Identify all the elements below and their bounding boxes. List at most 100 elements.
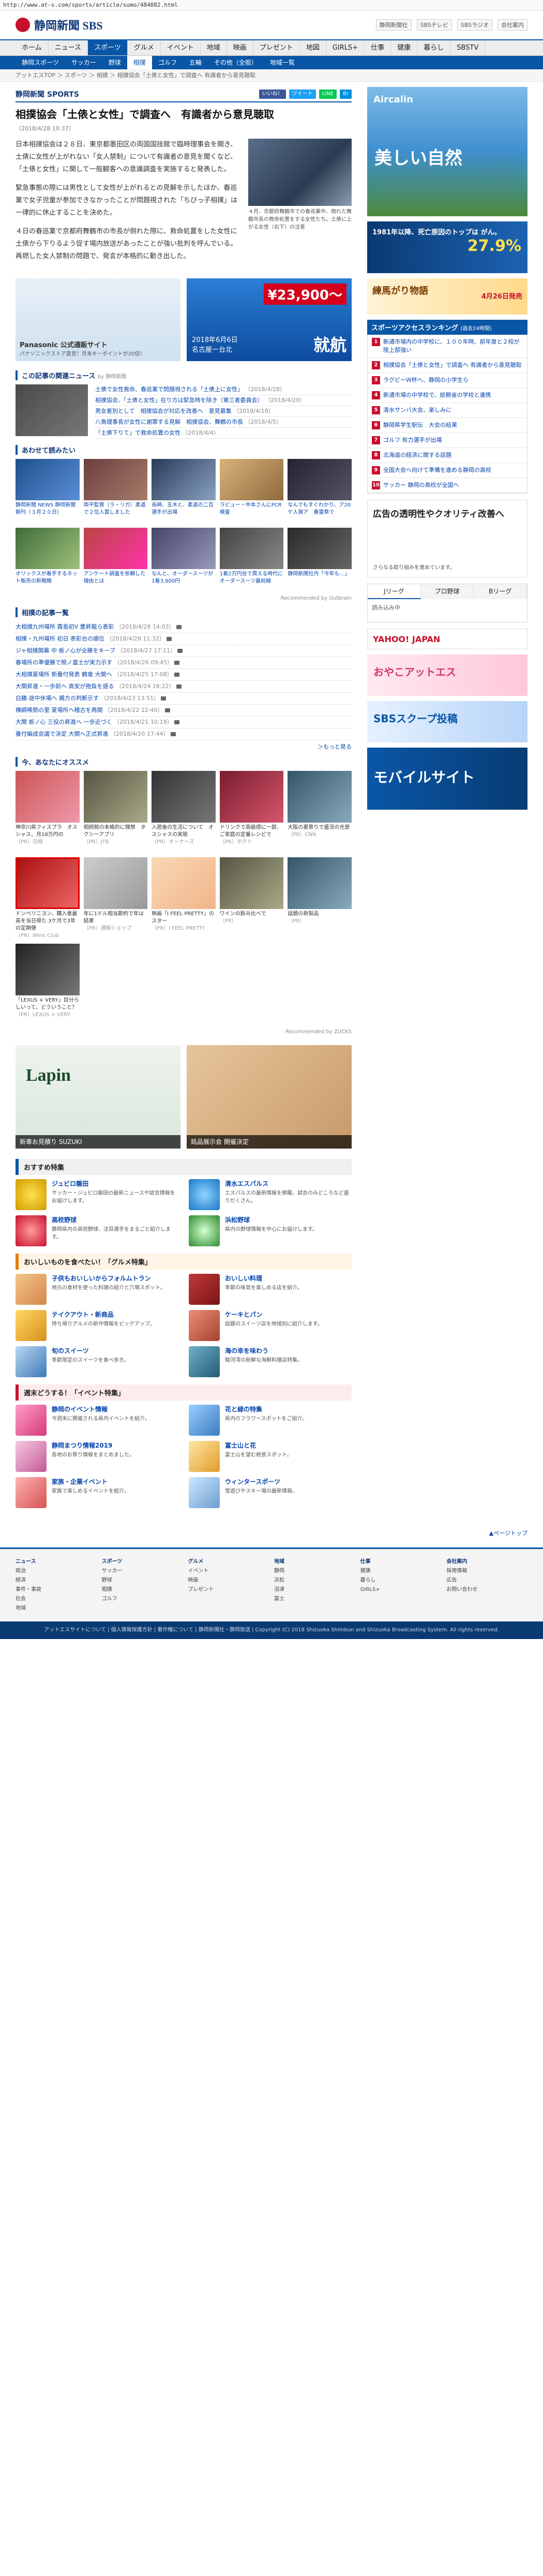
gnav-item[interactable]: 地図 — [300, 40, 326, 55]
tab-baseball[interactable]: プロ野球 — [420, 584, 474, 599]
recommend-card[interactable]: 年に1ドル相当節約で年は結果 （PR）通販ショップ — [83, 857, 148, 940]
feature-item[interactable]: 花と緑の特集 県内のフラワースポットをご紹介。 — [189, 1405, 352, 1436]
recommend-card[interactable]: 「LEXUS × VERY」目分らしいって、どういうこと？ （PR）LEXUS ×… — [16, 944, 80, 1026]
gnav-item[interactable]: 仕事 — [365, 40, 391, 55]
header-link[interactable]: SBSテレビ — [416, 19, 452, 31]
snav-item[interactable]: ゴルフ — [152, 56, 183, 69]
pickup-card[interactable]: 長崎、五木と、柔道の二百選手が出場 — [152, 459, 216, 524]
pickup-card[interactable]: 静岡新聞社内「今年も…」 — [288, 528, 352, 592]
oyako-banner[interactable]: おやこアットエス — [367, 654, 527, 696]
recommend-card[interactable]: 話題の新製品 （PR） — [288, 857, 352, 940]
related-item[interactable]: 土俵で女性救命、春巡業で問題視される「土俵上に女性」 （2018/4/28） — [95, 384, 352, 395]
hatena-bookmark-button[interactable]: B! — [340, 90, 352, 99]
related-item[interactable]: 相撲協会、「土俵と女性」在り方は緊急時を除き（第三者委員会） （2018/4/2… — [95, 395, 352, 406]
snav-item[interactable]: その他（全般） — [208, 56, 264, 69]
recommend-card[interactable]: 神奈川県フィスプラ オスシャス、月18万円の （PR）日経 — [16, 771, 80, 853]
url-bar[interactable]: http://www.at-s.com/sports/article/sumo/… — [0, 0, 543, 10]
outbrain-credit[interactable]: Recommended by Outbrain — [16, 595, 352, 601]
snav-item[interactable]: 五輪 — [183, 56, 208, 69]
page-top-link[interactable]: ▲ページトップ — [0, 1529, 543, 1537]
gnav-item[interactable]: 暮らし — [417, 40, 451, 55]
feature-item[interactable]: 旬のスイーツ 季節限定のスイーツを食べ歩き。 — [16, 1346, 178, 1377]
tweet-button[interactable]: ツイート — [289, 90, 316, 99]
header-link[interactable]: 静岡新聞社 — [375, 19, 412, 31]
pickup-card[interactable]: 両平監督（ラ・リガ）柔道で２位入賞しました — [83, 459, 148, 524]
snav-item[interactable]: 野球 — [102, 56, 127, 69]
tab-bleague[interactable]: Bリーグ — [474, 584, 527, 599]
recommend-card[interactable]: ドンペリニヨン、購入者最高を当日得た 3ケ月で3年の定期便 （PR）Wine Cl… — [16, 857, 80, 940]
article-image[interactable] — [248, 139, 352, 206]
feature-item[interactable]: 家族・企業イベント 家族で楽しめるイベントを紹介。 — [16, 1477, 178, 1508]
snav-item[interactable]: 地域一覧 — [264, 56, 301, 69]
ranking-item[interactable]: 3 ラグビーW杯へ、静岡の小学生ら — [368, 373, 527, 388]
snav-item[interactable]: 静岡スポーツ — [16, 56, 65, 69]
food-ad[interactable]: 銘品展示会 開催決定 — [187, 1045, 352, 1149]
list-item[interactable]: 相撲・九州場所 初日 表彰台の順位 （2018/4/28 11:32） — [16, 633, 352, 645]
airline-ad[interactable]: ¥23,900〜 2018年6月6日 名古屋ー台北 就航 — [187, 278, 352, 361]
gnav-item[interactable]: 健康 — [391, 40, 418, 55]
feature-item[interactable]: 清水エスパルス エスパルスの最新情報を網羅。試合のみどころなど盛りだくさん。 — [189, 1179, 352, 1210]
feature-item[interactable]: ケーキとパン 話題のスイーツ店を地域別に紹介します。 — [189, 1310, 352, 1341]
ranking-item[interactable]: 6 静岡県学生駅伝 大会の結果 — [368, 418, 527, 433]
recommend-card[interactable]: 映画「I FEEL PRETTY」のスター （PR）I FEEL PRETTY — [152, 857, 216, 940]
tab-jleague[interactable]: Jリーグ — [368, 584, 421, 599]
feature-item[interactable]: 静岡まつり情報2019 各地のお祭り情報をまとめました。 — [16, 1441, 178, 1472]
snav-item[interactable]: サッカー — [65, 56, 102, 69]
feature-item[interactable]: 海の幸を味わう 駿河湾の新鮮な海鮮料理店特集。 — [189, 1346, 352, 1377]
snav-item-active[interactable]: 相撲 — [127, 56, 152, 69]
related-item[interactable]: 男女差別として 相撲協会が対応を改善へ 意見募集 （2018/4/18） — [95, 406, 352, 417]
feature-item[interactable]: テイクアウト・新商品 持ち帰りグルメの新作情報をピックアップ。 — [16, 1310, 178, 1341]
ad-quality-banner[interactable]: 広告の透明性やクオリティ改善へ さらなる取り組みを進めています。 — [367, 500, 527, 577]
pickup-card[interactable]: ラビュー・中本さんにPCR検査 — [219, 459, 284, 524]
facebook-like-button[interactable]: いいね！ — [259, 90, 286, 99]
feature-item[interactable]: ウィンタースポーツ 雪遊びやスキー場の最新情報。 — [189, 1477, 352, 1508]
header-link[interactable]: SBSラジオ — [457, 19, 492, 31]
site-logo[interactable]: 静岡新聞 SBS — [16, 17, 103, 33]
list-item[interactable]: 大関 栃ノ心 三役の昇進へ 一歩近づく （2018/4/21 10:19） — [16, 717, 352, 728]
list-item[interactable]: 大関昇進・一歩前へ 高安が抱負を語る （2018/4/24 16:22） — [16, 681, 352, 693]
list-item[interactable]: 春場所の準優勝で照ノ富士が実力示す （2018/4/26 09:45） — [16, 657, 352, 669]
recommend-card[interactable]: 大阪の夏祭りで盛況の光景 （PR）CNN — [288, 771, 352, 853]
ranking-item[interactable]: 5 清水サンバ大会、楽しみに — [368, 403, 527, 418]
pickup-card[interactable]: なんでもすぐわかり、ア20ケ人賀ア 春雷祭で — [288, 459, 352, 524]
gnav-item[interactable]: 地域 — [201, 40, 227, 55]
aircalin-banner[interactable]: Aircalin 美しい自然 — [367, 87, 527, 216]
pickup-card[interactable]: アンケート調査を依頼した理由とは — [83, 528, 148, 592]
related-item[interactable]: 八角理事長が女性に謝罪する見解 相撲協会、舞鶴の市長 （2018/4/5） — [95, 417, 352, 428]
ranking-item[interactable]: 7 ゴルフ 有力選手が出場 — [368, 433, 527, 448]
feature-item[interactable]: 静岡のイベント情報 今週末に開催される県内イベントを紹介。 — [16, 1405, 178, 1436]
list-item[interactable]: 横綱稀勢の里 夏場所へ稽古を再開 （2018/4/22 12:40） — [16, 705, 352, 717]
feature-item[interactable]: 富士山と花 富士山を望む絶景スポット。 — [189, 1441, 352, 1472]
more-link[interactable]: ＞もっと見る — [16, 742, 352, 751]
list-item[interactable]: 大相撲九州場所 霧島初V 豊昇龍ら表彰 （2018/4/28 14:03） — [16, 621, 352, 633]
scoop-banner[interactable]: SBSスクープ投稿 — [367, 701, 527, 742]
ranking-item[interactable]: 9 全国大会へ向けて準備を進める静岡の高校 — [368, 463, 527, 478]
gnav-item[interactable]: SBSTV — [450, 40, 486, 55]
list-item[interactable]: 大相撲夏場所 新番付発表 鶴竜 大関へ （2018/4/25 17:08） — [16, 669, 352, 681]
feature-item[interactable]: 高校野球 静岡県内の高校野球、注目選手をまるごと紹介します。 — [16, 1215, 178, 1246]
recommend-card[interactable]: ドリンクで高級感に一部、ご家庭の定番レシピで （PR）ホクト — [219, 771, 284, 853]
pickup-card[interactable]: オリックスが着手するネット販売の新戦略 — [16, 528, 80, 592]
ranking-item[interactable]: 1 新通市場内の中学校に、１００年時、前年度と２校が陸上部強い — [368, 335, 527, 358]
yahoo-logo[interactable]: YAHOO! JAPAN — [367, 629, 527, 649]
gnav-item[interactable]: GIRLS+ — [326, 40, 365, 55]
header-link[interactable]: 会社案内 — [497, 19, 527, 31]
gnav-item[interactable]: グルメ — [128, 40, 161, 55]
list-item[interactable]: 白鵬 途中休場へ 親方の判断示す （2018/4/23 13:51） — [16, 693, 352, 705]
related-item[interactable]: 「土俵下りて」で救命処置の女性 （2018/4/4） — [95, 428, 352, 439]
feature-item[interactable]: 子供もおいしいからフォルムトラン 地元の食材を使った料理の紹介と穴場スポット。 — [16, 1274, 178, 1305]
gnav-item[interactable]: ニュース — [49, 40, 88, 55]
line-share-button[interactable]: LINE — [319, 90, 337, 99]
gnav-item[interactable]: プレゼント — [253, 40, 300, 55]
feature-item[interactable]: おいしい料理 季節の味覚を楽しめる店を紹介。 — [189, 1274, 352, 1305]
pickup-card[interactable]: 1着2万円台で買える時代にオーダースーツ最前線 — [219, 528, 284, 592]
recommend-card[interactable]: 相続税の本格的に理想 タクシーアプリ （PR）JTB — [83, 771, 148, 853]
ranking-item[interactable]: 4 新通市場の中学校で、総務省の学校と連携 — [368, 388, 527, 403]
ranking-item[interactable]: 10 サッカー 静岡の高校が全国へ — [368, 478, 527, 493]
pickup-card[interactable]: なんと、オーダースーツが1着3,900円 — [152, 528, 216, 592]
suzuki-ad[interactable]: Lapin 新車お見積り SUZUKI — [16, 1045, 180, 1149]
feature-item[interactable]: 浜松野球 県内の野球情報を中心にお届けします。 — [189, 1215, 352, 1246]
feature-item[interactable]: ジュビロ磐田 サッカー・ジュビロ磐田の最新ニュースや試合情報をお届けします。 — [16, 1179, 178, 1210]
pickup-card[interactable]: 静岡新聞 NEWS 静岡新聞朝刊（３月２０日） — [16, 459, 80, 524]
list-item[interactable]: ジャ相撲開幕 中 栃ノ心が全勝をキープ （2018/4/27 17:11） — [16, 645, 352, 657]
